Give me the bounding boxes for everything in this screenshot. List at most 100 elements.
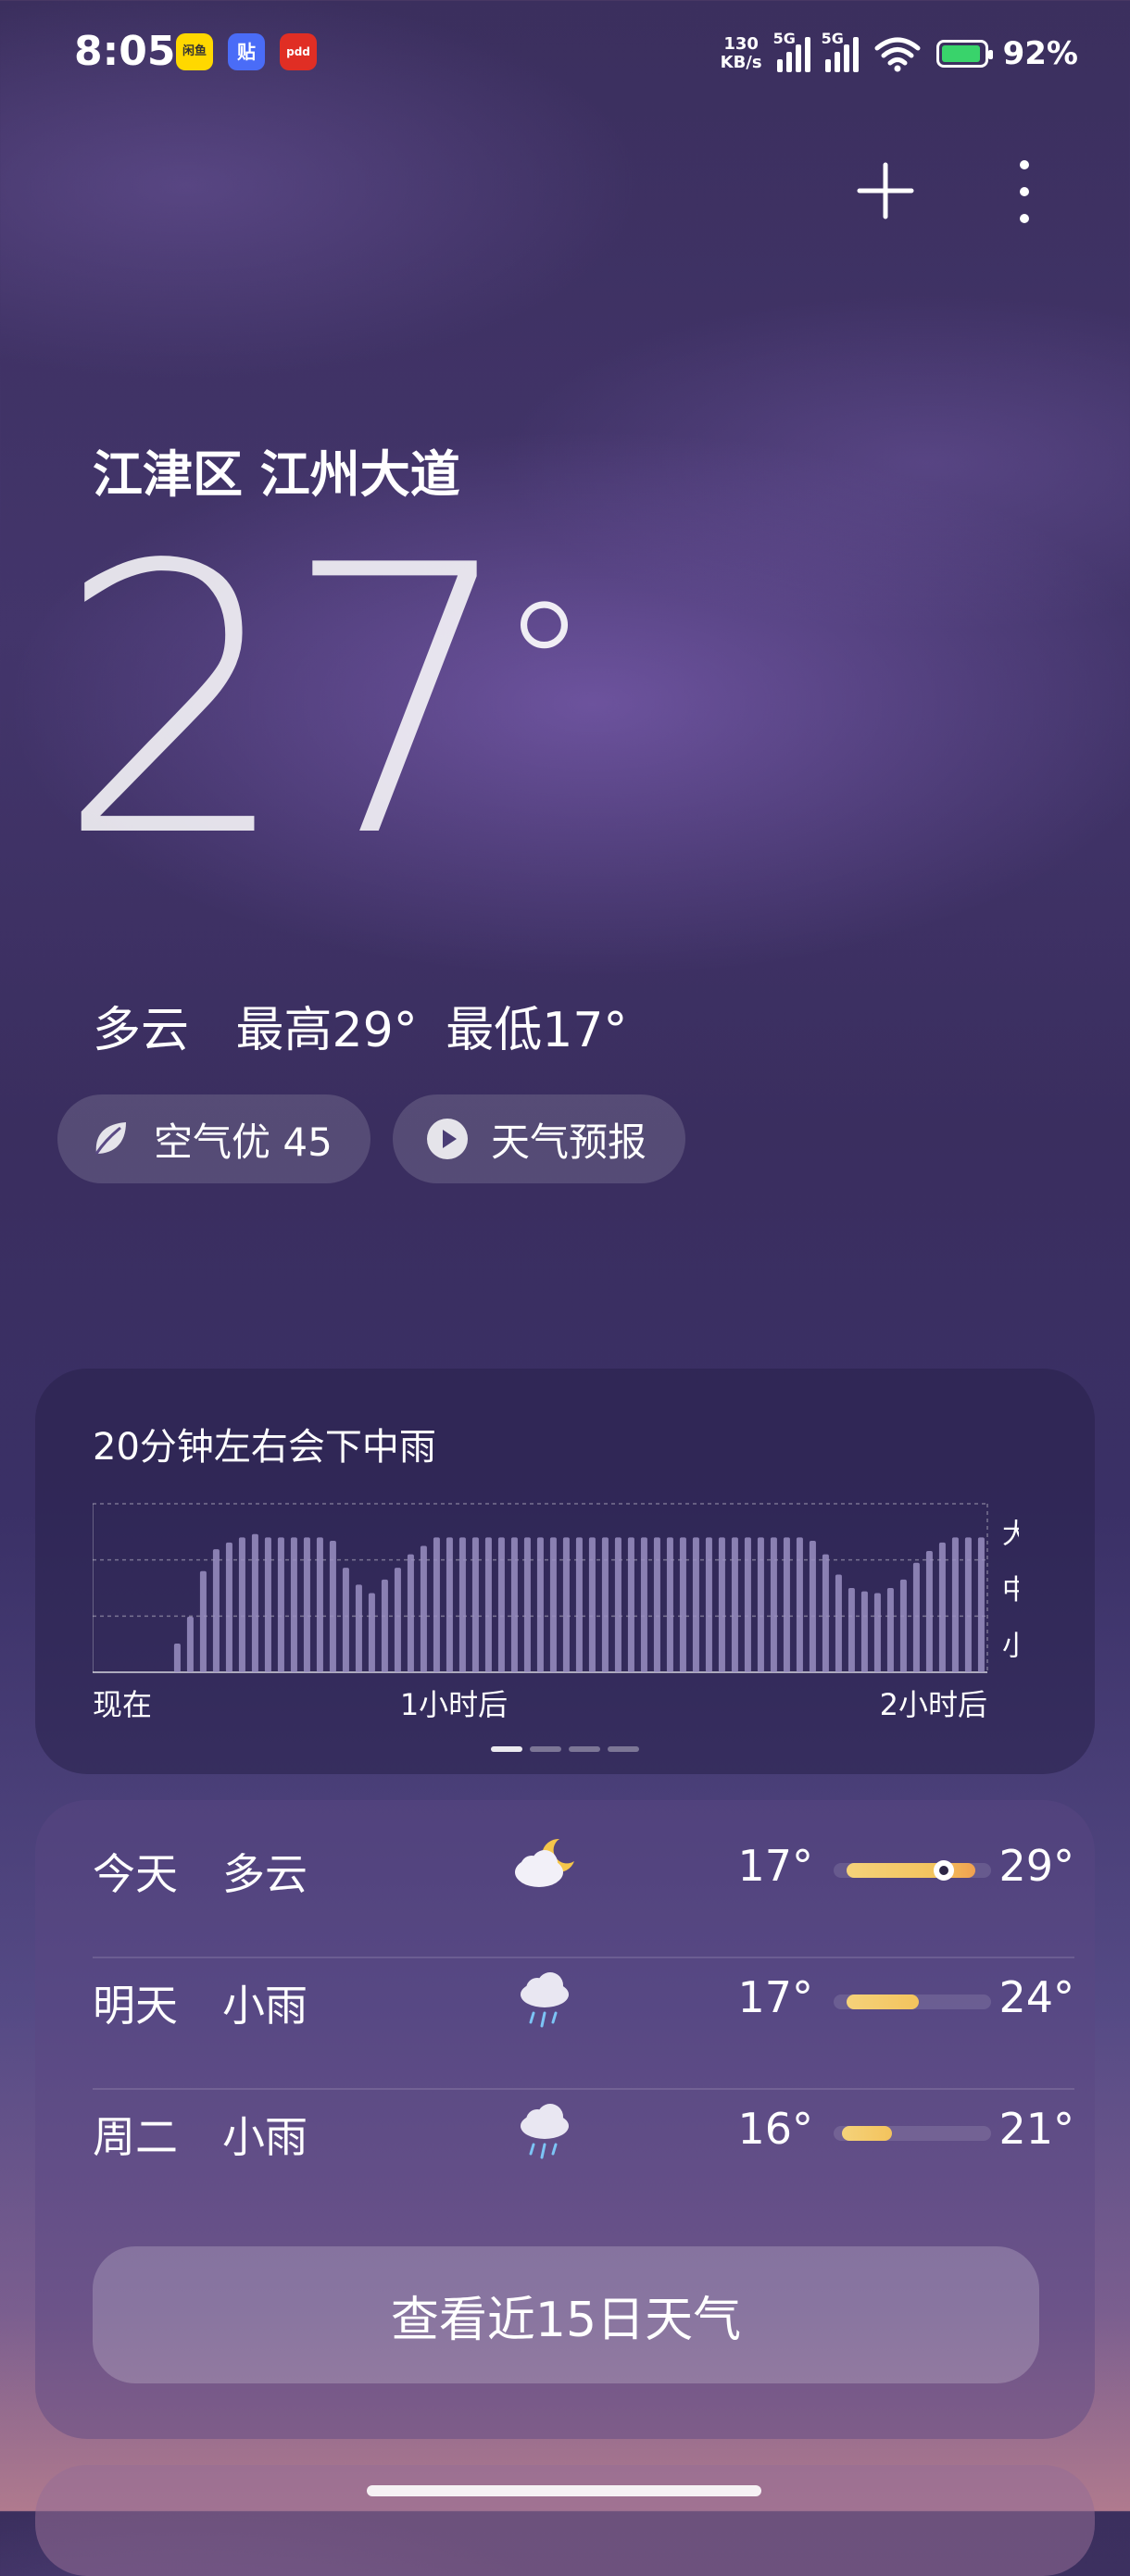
today-high: 最高29° bbox=[235, 1003, 418, 1058]
day-high-temp: 24° bbox=[998, 1972, 1074, 2022]
precipitation-bar bbox=[238, 1537, 245, 1672]
precipitation-bar bbox=[666, 1537, 673, 1672]
precipitation-bar bbox=[770, 1537, 777, 1672]
precipitation-card[interactable]: 20分钟左右会下中雨 大中小现在 1小时后 2小时后 bbox=[35, 1369, 1095, 1774]
precipitation-bar bbox=[264, 1537, 271, 1672]
precipitation-bar bbox=[173, 1644, 181, 1672]
add-city-icon[interactable] bbox=[854, 159, 917, 222]
more-options-icon[interactable] bbox=[1010, 157, 1039, 226]
precipitation-bar bbox=[186, 1616, 194, 1672]
precipitation-bar bbox=[342, 1568, 349, 1672]
day-condition: 多云 bbox=[222, 1849, 308, 1899]
precipitation-bar bbox=[523, 1537, 531, 1672]
pinduoduo-app-icon: pdd bbox=[280, 33, 317, 70]
temperature-range-fill bbox=[847, 1995, 919, 2009]
precipitation-bar bbox=[977, 1537, 985, 1672]
next-card bbox=[35, 2465, 1095, 2576]
precipitation-bar bbox=[303, 1537, 310, 1672]
daily-row-tomorrow[interactable]: 明天 小雨 17° 24° bbox=[93, 1932, 1074, 2063]
precipitation-title: 20分钟左右会下中雨 bbox=[93, 1426, 436, 1469]
precipitation-bar bbox=[225, 1542, 232, 1672]
precipitation-bar bbox=[860, 1591, 868, 1672]
precipitation-bar bbox=[420, 1545, 427, 1672]
precipitation-bar bbox=[899, 1579, 907, 1672]
battery-percent: 92% bbox=[1002, 35, 1078, 72]
signal-5g-1-icon: 5G bbox=[773, 30, 810, 72]
network-speed-unit: KB/s bbox=[720, 53, 762, 72]
precipitation-bar bbox=[433, 1537, 440, 1672]
daily-row-tuesday[interactable]: 周二 小雨 16° 21° bbox=[93, 2063, 1074, 2195]
rain-cloud-icon bbox=[521, 1972, 569, 2028]
home-indicator[interactable] bbox=[367, 2485, 761, 2496]
precipitation-bar bbox=[679, 1537, 686, 1672]
precipitation-bar bbox=[938, 1542, 946, 1672]
precipitation-bar bbox=[640, 1537, 647, 1672]
precipitation-bar bbox=[588, 1537, 596, 1672]
precipitation-bar bbox=[601, 1537, 609, 1672]
precipitation-bar bbox=[848, 1588, 855, 1672]
precipitation-bar bbox=[653, 1537, 660, 1672]
time-axis-label: 现在 bbox=[93, 1687, 152, 1722]
precipitation-bar bbox=[744, 1537, 751, 1672]
day-condition: 小雨 bbox=[222, 2112, 308, 2162]
precipitation-bar bbox=[407, 1554, 414, 1672]
pager-dot bbox=[569, 1746, 600, 1752]
day-low-temp: 16° bbox=[737, 2104, 813, 2154]
precipitation-bar bbox=[290, 1537, 297, 1672]
precipitation-bar bbox=[549, 1537, 557, 1672]
today-low: 最低17° bbox=[446, 1003, 628, 1058]
precipitation-bar bbox=[251, 1533, 258, 1672]
precipitation-chart: 大中小现在 1小时后 2小时后 bbox=[93, 1503, 1019, 1722]
weather-forecast-video-chip[interactable]: 天气预报 bbox=[393, 1094, 685, 1183]
day-name: 今天 bbox=[93, 1849, 178, 1899]
precipitation-bar bbox=[731, 1537, 738, 1672]
pager-dots bbox=[491, 1746, 639, 1752]
precipitation-bar bbox=[796, 1537, 803, 1672]
precipitation-bar bbox=[562, 1537, 570, 1672]
current-temperature: 27 ° bbox=[56, 488, 588, 919]
daily-row-today[interactable]: 今天 多云 17° 29° bbox=[93, 1800, 1074, 1932]
temperature-range-fill bbox=[842, 2126, 892, 2141]
precipitation-bar bbox=[718, 1537, 725, 1672]
precipitation-bar bbox=[458, 1537, 466, 1672]
precipitation-bar bbox=[394, 1568, 401, 1672]
precipitation-bar bbox=[925, 1550, 933, 1672]
day-condition: 小雨 bbox=[222, 1981, 308, 2031]
play-icon bbox=[427, 1119, 468, 1159]
precipitation-bar bbox=[692, 1537, 699, 1672]
precipitation-bar bbox=[627, 1537, 634, 1672]
precipitation-bar bbox=[510, 1537, 518, 1672]
precipitation-bar bbox=[536, 1537, 544, 1672]
rain-cloud-icon bbox=[521, 2104, 569, 2159]
current-condition: 多云 bbox=[93, 1003, 190, 1058]
temperature-value: 27 bbox=[56, 488, 518, 919]
time-axis-label: 1小时后 bbox=[400, 1687, 508, 1722]
precipitation-bar bbox=[809, 1541, 816, 1672]
precipitation-bar bbox=[381, 1579, 388, 1672]
day-low-temp: 17° bbox=[737, 1972, 813, 2022]
day-name: 明天 bbox=[93, 1981, 178, 2031]
air-quality-chip[interactable]: 空气优 45 bbox=[57, 1094, 370, 1183]
sim2-label: 5G bbox=[821, 30, 844, 47]
day-high-temp: 21° bbox=[998, 2104, 1074, 2154]
xianyu-app-icon: 闲鱼 bbox=[176, 33, 213, 70]
view-15-day-forecast-button[interactable]: 查看近15日天气 bbox=[93, 2246, 1039, 2383]
intensity-level-label: 中 bbox=[1002, 1574, 1019, 1607]
precipitation-bar bbox=[951, 1537, 959, 1672]
day-name: 周二 bbox=[93, 2112, 178, 2162]
precipitation-bar bbox=[199, 1570, 207, 1672]
precipitation-bar bbox=[497, 1537, 505, 1672]
intensity-level-label: 小 bbox=[1002, 1631, 1019, 1663]
wifi-icon bbox=[874, 37, 921, 72]
precipitation-bar bbox=[614, 1537, 622, 1672]
battery-icon bbox=[935, 40, 993, 68]
precipitation-bar bbox=[329, 1541, 336, 1672]
status-indicators: 130 KB/s 5G 5G 92% bbox=[721, 28, 1078, 80]
temperature-range-bar bbox=[834, 1995, 991, 2009]
sim1-label: 5G bbox=[772, 30, 796, 47]
tieba-app-icon: 贴 bbox=[228, 33, 265, 70]
precipitation-bar bbox=[484, 1537, 492, 1672]
status-time: 8:05 bbox=[74, 28, 176, 75]
weather-summary: 多云 最高29° 最低17° bbox=[93, 991, 659, 1060]
temperature-range-bar bbox=[834, 2126, 991, 2141]
